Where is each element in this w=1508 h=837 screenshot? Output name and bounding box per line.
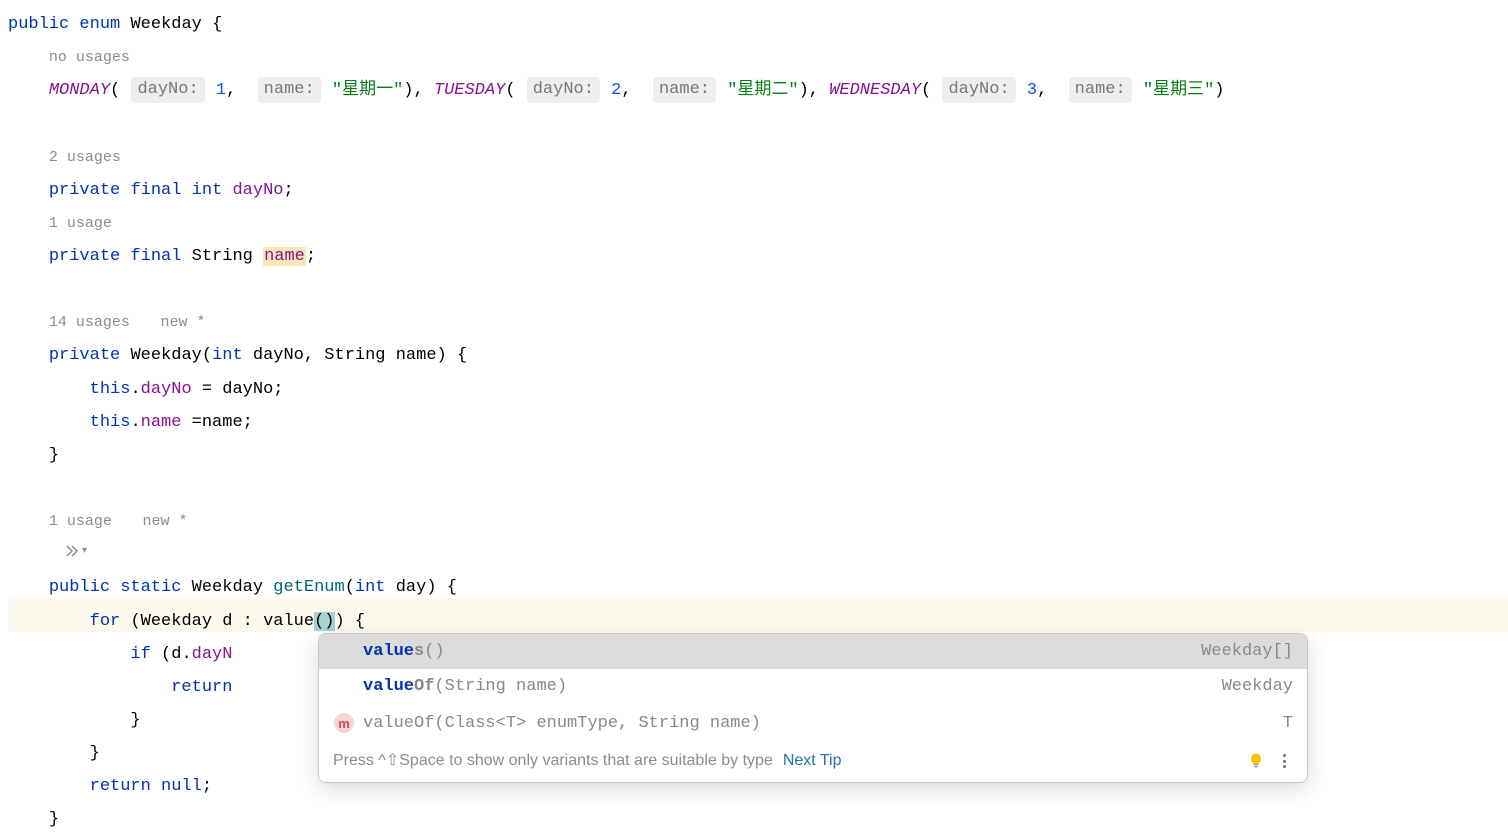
footer-hint-text: Press ^⇧Space to show only variants that…: [333, 753, 773, 769]
bulb-icon[interactable]: [1247, 752, 1265, 770]
param-hint: dayNo:: [131, 77, 204, 103]
usage-hint[interactable]: 1 usage: [8, 207, 1508, 240]
usage-hint[interactable]: 1 usage new *: [8, 505, 1508, 538]
usage-hint[interactable]: 2 usages: [8, 141, 1508, 174]
code-line[interactable]: private final int dayNo;: [8, 174, 1508, 207]
usage-hint[interactable]: no usages: [8, 41, 1508, 74]
code-line[interactable]: MONDAY( dayNo: 1, name: "星期一"), TUESDAY(…: [8, 74, 1508, 107]
autocomplete-item[interactable]: valueOf(String name) Weekday: [319, 669, 1307, 704]
popup-footer: Press ^⇧Space to show only variants that…: [319, 742, 1307, 782]
code-line[interactable]: private final String name;: [8, 240, 1508, 273]
autocomplete-popup: values() Weekday[] valueOf(String name) …: [318, 633, 1308, 783]
param-hint: dayNo:: [942, 77, 1015, 103]
code-line[interactable]: this.name =name;: [8, 406, 1508, 439]
more-options-icon[interactable]: [1275, 752, 1293, 770]
code-line[interactable]: public static Weekday getEnum(int day) {: [8, 571, 1508, 604]
code-editor[interactable]: public enum Weekday { no usages MONDAY( …: [8, 8, 1508, 837]
method-badge-icon: m: [333, 713, 355, 733]
next-tip-link[interactable]: Next Tip: [783, 753, 842, 769]
code-line[interactable]: }: [8, 439, 1508, 472]
param-hint: name:: [653, 77, 716, 103]
code-line[interactable]: }: [8, 803, 1508, 836]
caret-paren-highlight: (): [314, 612, 334, 631]
code-line[interactable]: this.dayNo = dayNo;: [8, 373, 1508, 406]
identifier-highlight: name: [263, 247, 306, 266]
param-hint: name:: [1069, 77, 1132, 103]
autocomplete-item[interactable]: values() Weekday[]: [319, 634, 1307, 669]
param-hint: dayNo:: [527, 77, 600, 103]
recursive-call-gutter-icon[interactable]: ▾: [64, 541, 87, 561]
usage-hint[interactable]: 14 usages new *: [8, 306, 1508, 339]
code-line[interactable]: public enum Weekday {: [8, 8, 1508, 41]
autocomplete-item[interactable]: m valueOf(Class<T> enumType, String name…: [319, 704, 1307, 742]
code-line[interactable]: private Weekday(int dayNo, String name) …: [8, 339, 1508, 372]
param-hint: name:: [258, 77, 321, 103]
